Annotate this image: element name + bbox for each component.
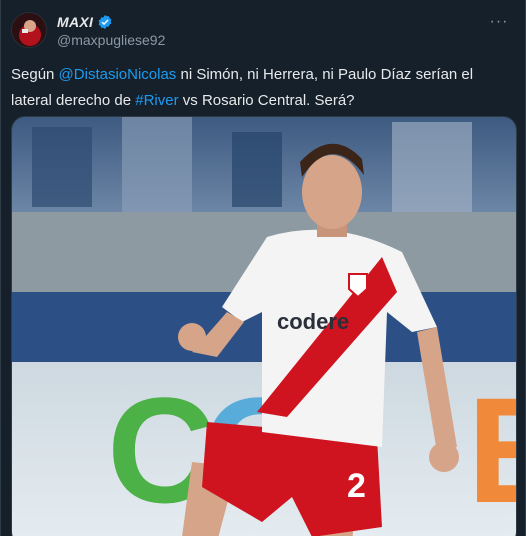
tweet-header: MAXI @maxpugliese92 ··· bbox=[11, 12, 517, 52]
verified-badge-icon bbox=[97, 14, 113, 30]
more-options-icon[interactable]: ··· bbox=[485, 12, 513, 32]
sponsor-logo: codere bbox=[277, 309, 349, 334]
jersey-number: 2 bbox=[347, 467, 366, 505]
tweet-text: Según @DistasioNicolas ni Simón, ni Herr… bbox=[11, 62, 516, 114]
football-player-photo: C O E bbox=[12, 117, 517, 536]
board-letter: E bbox=[467, 366, 517, 534]
user-handle[interactable]: @maxpugliese92 bbox=[57, 32, 165, 48]
name-line: MAXI bbox=[57, 14, 113, 30]
display-name[interactable]: MAXI bbox=[57, 14, 93, 30]
hashtag-link[interactable]: #River bbox=[135, 92, 178, 109]
mention-link[interactable]: @DistasioNicolas bbox=[59, 66, 177, 83]
tweet-photo[interactable]: C O E bbox=[11, 116, 517, 536]
text-segment: vs Rosario Central. Será? bbox=[178, 92, 355, 109]
avatar[interactable] bbox=[11, 12, 47, 48]
text-segment: Según bbox=[11, 66, 59, 83]
tweet-card[interactable]: MAXI @maxpugliese92 ··· Según @DistasioN… bbox=[0, 0, 526, 536]
